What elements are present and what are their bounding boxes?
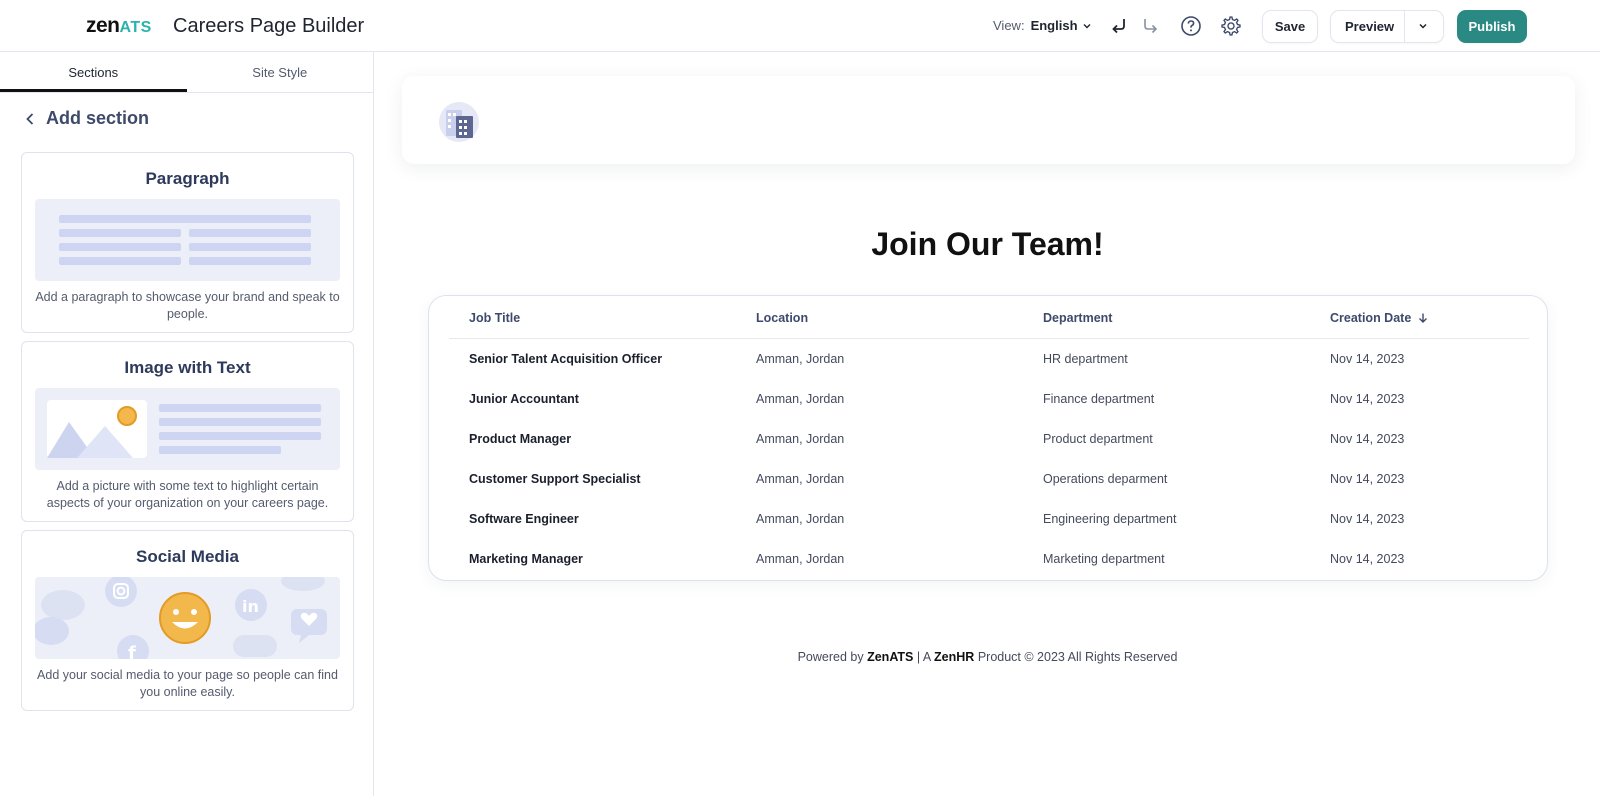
header-section[interactable] bbox=[402, 76, 1575, 164]
undo-button[interactable] bbox=[1107, 14, 1131, 38]
publish-button[interactable]: Publish bbox=[1457, 10, 1527, 43]
page-canvas: Join Our Team! Job Title Location Depart… bbox=[375, 52, 1600, 796]
table-row[interactable]: Marketing Manager Amman, Jordan Marketin… bbox=[449, 539, 1529, 579]
view-language-control: View: English bbox=[993, 18, 1092, 33]
preview-button-label[interactable]: Preview bbox=[1345, 19, 1394, 34]
column-header-creation-date[interactable]: Creation Date bbox=[1330, 311, 1429, 325]
help-button[interactable] bbox=[1179, 14, 1203, 38]
table-row[interactable]: Software Engineer Amman, Jordan Engineer… bbox=[449, 499, 1529, 539]
department-cell: Finance department bbox=[1043, 392, 1155, 406]
department-cell: Engineering department bbox=[1043, 512, 1177, 526]
chevron-left-icon bbox=[26, 112, 34, 125]
button-divider bbox=[1404, 11, 1405, 42]
image-placeholder-icon bbox=[47, 400, 147, 458]
section-card-paragraph[interactable]: Paragraph Add a paragraph to showcase yo… bbox=[21, 152, 354, 333]
column-header-label: Creation Date bbox=[1330, 311, 1412, 325]
table-row[interactable]: Senior Talent Acquisition Officer Amman,… bbox=[449, 339, 1529, 379]
social-icons-illustration: f in bbox=[35, 577, 327, 659]
settings-button[interactable] bbox=[1219, 14, 1243, 38]
help-icon bbox=[1181, 16, 1201, 36]
card-description: Add a picture with some text to highligh… bbox=[46, 479, 329, 510]
social-media-illustration: f in bbox=[35, 577, 340, 659]
sidebar-tabs: Sections Site Style bbox=[0, 52, 373, 93]
column-header-department[interactable]: Department bbox=[1043, 311, 1112, 325]
department-cell: Operations deparment bbox=[1043, 472, 1168, 486]
svg-text:f: f bbox=[128, 643, 136, 659]
footer-separator: | A bbox=[916, 650, 931, 664]
table-row[interactable]: Customer Support Specialist Amman, Jorda… bbox=[449, 459, 1529, 499]
date-cell: Nov 14, 2023 bbox=[1330, 552, 1405, 566]
location-cell: Amman, Jordan bbox=[756, 552, 845, 566]
table-row[interactable]: Product Manager Amman, Jordan Product de… bbox=[449, 419, 1529, 459]
paragraph-illustration bbox=[35, 199, 340, 281]
add-section-label: Add section bbox=[46, 108, 150, 128]
footer-company: ZenHR bbox=[934, 650, 975, 664]
jobs-table: Job Title Location Department Creation D… bbox=[428, 295, 1548, 581]
department-cell: HR department bbox=[1043, 352, 1128, 366]
svg-text:in: in bbox=[242, 597, 259, 616]
section-card-social-media[interactable]: Social Media f in Add your social media … bbox=[21, 530, 354, 711]
date-cell: Nov 14, 2023 bbox=[1330, 392, 1405, 406]
language-value: English bbox=[1030, 18, 1078, 33]
logo-text-main: zen bbox=[86, 14, 120, 37]
job-title-cell: Marketing Manager bbox=[469, 552, 583, 566]
department-cell: Marketing department bbox=[1043, 552, 1165, 566]
location-cell: Amman, Jordan bbox=[756, 352, 845, 366]
preview-button-group[interactable]: Preview bbox=[1330, 10, 1444, 43]
department-cell: Product department bbox=[1043, 432, 1153, 446]
date-cell: Nov 14, 2023 bbox=[1330, 352, 1405, 366]
gear-icon bbox=[1221, 16, 1241, 36]
card-title: Social Media bbox=[136, 547, 239, 566]
logo-text-accent: ATS bbox=[119, 19, 152, 36]
jobs-table-header: Job Title Location Department Creation D… bbox=[449, 296, 1529, 339]
column-header-location[interactable]: Location bbox=[756, 311, 808, 325]
location-cell: Amman, Jordan bbox=[756, 472, 845, 486]
tab-sections[interactable]: Sections bbox=[0, 52, 187, 92]
save-button[interactable]: Save bbox=[1262, 10, 1318, 43]
card-title: Paragraph bbox=[145, 169, 230, 188]
page-footer: Powered by ZenATS | A ZenHR Product © 20… bbox=[375, 650, 1600, 664]
add-section-back-link[interactable]: Add section bbox=[24, 108, 149, 129]
card-description: Add a paragraph to showcase your brand a… bbox=[35, 290, 340, 321]
date-cell: Nov 14, 2023 bbox=[1330, 432, 1405, 446]
tab-site-style[interactable]: Site Style bbox=[187, 52, 374, 92]
footer-powered-by: Powered by bbox=[797, 650, 864, 664]
location-cell: Amman, Jordan bbox=[756, 432, 845, 446]
table-row[interactable]: Junior Accountant Amman, Jordan Finance … bbox=[449, 379, 1529, 419]
image-with-text-illustration bbox=[35, 388, 340, 470]
job-title-cell: Junior Accountant bbox=[469, 392, 579, 406]
redo-button[interactable] bbox=[1139, 14, 1163, 38]
section-card-image-with-text[interactable]: Image with Text Add a picture with some … bbox=[21, 341, 354, 522]
job-title-cell: Customer Support Specialist bbox=[469, 472, 641, 486]
chevron-down-icon bbox=[1083, 23, 1091, 28]
card-description: Add your social media to your page so pe… bbox=[37, 668, 338, 699]
arrow-down-icon bbox=[1419, 313, 1428, 323]
redo-icon bbox=[1144, 19, 1158, 34]
sidebar: Sections Site Style Add section Paragrap… bbox=[0, 52, 374, 796]
footer-copyright: Product © 2023 All Rights Reserved bbox=[977, 650, 1178, 664]
job-title-cell: Senior Talent Acquisition Officer bbox=[469, 352, 663, 366]
footer-brand: ZenATS bbox=[867, 650, 914, 664]
top-bar: zenATS Careers Page Builder View: Englis… bbox=[0, 0, 1600, 52]
page-heading: Join Our Team! bbox=[871, 226, 1104, 262]
view-label: View: bbox=[993, 18, 1025, 33]
location-cell: Amman, Jordan bbox=[756, 512, 845, 526]
location-cell: Amman, Jordan bbox=[756, 392, 845, 406]
zenats-logo[interactable]: zenATS bbox=[86, 14, 152, 38]
column-header-job-title[interactable]: Job Title bbox=[469, 311, 520, 325]
building-icon bbox=[439, 102, 479, 142]
date-cell: Nov 14, 2023 bbox=[1330, 472, 1405, 486]
language-select[interactable]: English bbox=[1031, 18, 1092, 33]
card-title: Image with Text bbox=[124, 358, 251, 377]
date-cell: Nov 14, 2023 bbox=[1330, 512, 1405, 526]
undo-icon bbox=[1112, 19, 1125, 34]
job-title-cell: Product Manager bbox=[469, 432, 572, 446]
chevron-down-icon[interactable] bbox=[1417, 20, 1429, 32]
job-title-cell: Software Engineer bbox=[469, 512, 579, 526]
app-title: Careers Page Builder bbox=[173, 15, 365, 37]
